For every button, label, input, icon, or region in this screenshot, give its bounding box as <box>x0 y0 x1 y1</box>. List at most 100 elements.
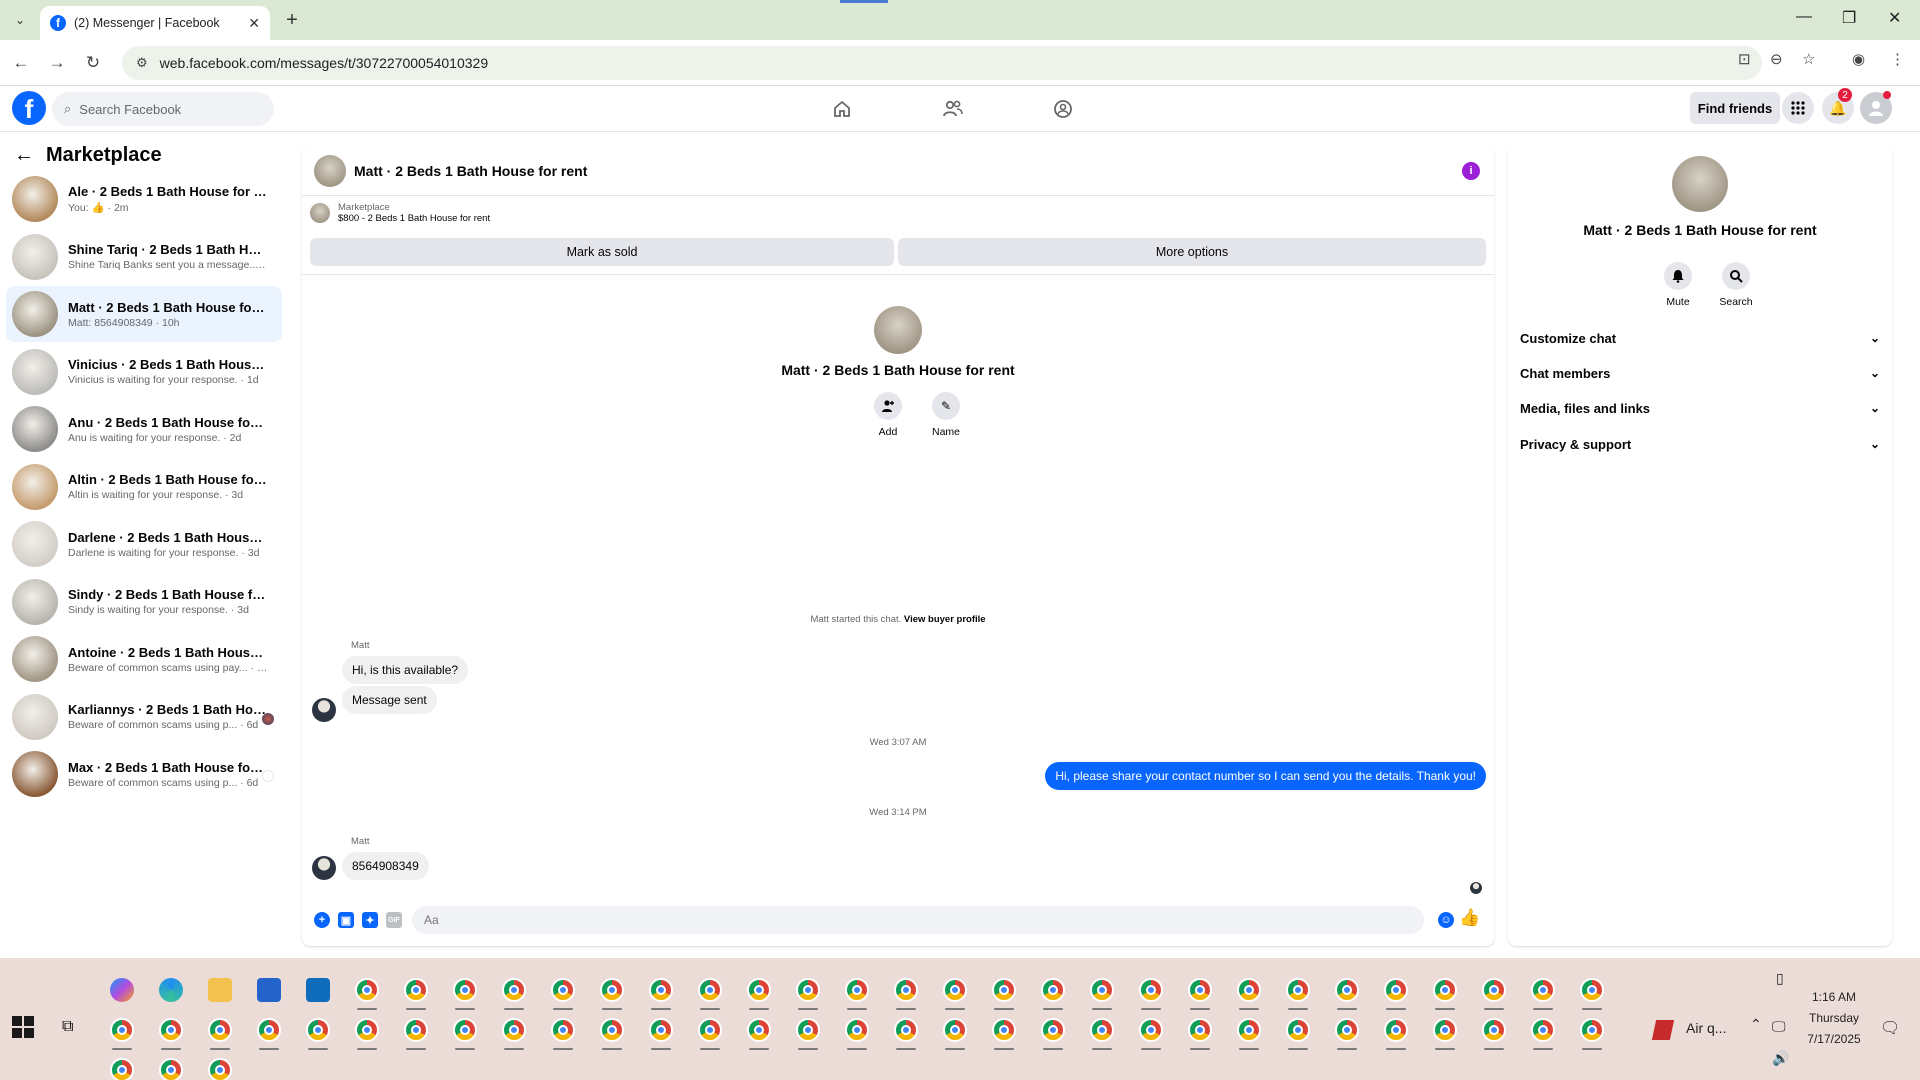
install-app-icon[interactable]: ⊡ <box>1738 50 1751 68</box>
conversation-item[interactable]: Darlene · 2 Beds 1 Bath House for r...Da… <box>6 516 282 572</box>
chrome-window-icon[interactable] <box>551 978 575 1002</box>
conversation-item[interactable]: Sindy · 2 Beds 1 Bath House for rent Sind… <box>6 574 282 630</box>
chrome-window-icon[interactable] <box>1237 1018 1261 1042</box>
conversation-item[interactable]: Shine Tariq · 2 Beds 1 Bath House f... Sh… <box>6 229 282 285</box>
chrome-window-icon[interactable] <box>1286 978 1310 1002</box>
chrome-window-icon[interactable] <box>943 978 967 1002</box>
tab-search-dropdown[interactable]: ⌄ <box>8 8 32 32</box>
chrome-window-icon[interactable] <box>1041 978 1065 1002</box>
restore-icon[interactable]: ❐ <box>1842 8 1856 28</box>
chrome-window-icon[interactable] <box>747 1018 771 1042</box>
chrome-window-icon[interactable] <box>1335 1018 1359 1042</box>
emoji-icon[interactable]: ☺ <box>1438 912 1454 928</box>
menu-grid-icon[interactable] <box>1782 92 1814 124</box>
chrome-window-icon[interactable] <box>159 1058 183 1080</box>
name-button[interactable]: ✎ Name <box>926 392 966 438</box>
chrome-window-icon[interactable] <box>600 1018 624 1042</box>
chrome-window-icon[interactable] <box>698 1018 722 1042</box>
chrome-window-icon[interactable] <box>845 978 869 1002</box>
friends-nav-icon[interactable] <box>940 96 966 122</box>
clock-time[interactable]: 1:16 AM <box>1806 990 1862 1004</box>
chrome-window-icon[interactable] <box>1188 978 1212 1002</box>
windows-start-icon[interactable] <box>12 1016 34 1038</box>
chrome-window-icon[interactable] <box>1384 978 1408 1002</box>
conversation-item[interactable]: Altin · 2 Beds 1 Bath House for rent Alti… <box>6 459 282 515</box>
plus-actions-icon[interactable]: + <box>314 912 330 928</box>
chat-members-section[interactable]: Chat members ⌄ <box>1520 357 1880 389</box>
edge-icon[interactable] <box>159 978 183 1002</box>
home-nav-icon[interactable] <box>829 96 855 122</box>
chrome-window-icon[interactable] <box>649 978 673 1002</box>
groups-nav-icon[interactable] <box>1050 96 1076 122</box>
chrome-window-icon[interactable] <box>1237 978 1261 1002</box>
chrome-window-icon[interactable] <box>453 978 477 1002</box>
chrome-window-icon[interactable] <box>894 1018 918 1042</box>
bookmark-star-icon[interactable]: ☆ <box>1802 50 1815 68</box>
sender-avatar[interactable] <box>312 856 336 880</box>
privacy-support-section[interactable]: Privacy & support ⌄ <box>1520 428 1880 460</box>
microsoft-store-icon[interactable] <box>257 978 281 1002</box>
chrome-window-icon[interactable] <box>1090 978 1114 1002</box>
chrome-window-icon[interactable] <box>355 1018 379 1042</box>
thumbs-up-icon[interactable]: 👍 <box>1459 908 1480 927</box>
chrome-window-icon[interactable] <box>1433 1018 1457 1042</box>
chrome-window-icon[interactable] <box>306 1018 330 1042</box>
chrome-window-icon[interactable] <box>1286 1018 1310 1042</box>
chrome-window-icon[interactable] <box>1482 978 1506 1002</box>
chat-title[interactable]: Matt · 2 Beds 1 Bath House for rent <box>354 163 587 179</box>
close-tab-icon[interactable]: ✕ <box>248 15 260 32</box>
chrome-window-icon[interactable] <box>1580 1018 1604 1042</box>
chrome-window-icon[interactable] <box>1433 978 1457 1002</box>
chat-header-avatar[interactable] <box>314 154 346 187</box>
customize-chat-section[interactable]: Customize chat ⌄ <box>1520 322 1880 354</box>
chrome-window-icon[interactable] <box>110 1058 134 1080</box>
chrome-window-icon[interactable] <box>796 1018 820 1042</box>
message-bubble-incoming[interactable]: 8564908349 <box>342 852 429 880</box>
search-conversation-button[interactable]: Search <box>1716 262 1756 308</box>
add-button[interactable]: Add <box>868 392 908 438</box>
chrome-window-icon[interactable] <box>502 978 526 1002</box>
chrome-window-icon[interactable] <box>992 978 1016 1002</box>
chrome-window-icon[interactable] <box>1531 978 1555 1002</box>
chrome-window-icon[interactable] <box>404 1018 428 1042</box>
chrome-window-icon[interactable] <box>992 1018 1016 1042</box>
gif-icon[interactable]: GIF <box>386 912 402 928</box>
chrome-window-icon[interactable] <box>404 978 428 1002</box>
chrome-window-icon[interactable] <box>453 1018 477 1042</box>
chrome-window-icon[interactable] <box>1531 1018 1555 1042</box>
file-explorer-icon[interactable] <box>208 978 232 1002</box>
message-bubble-outgoing[interactable]: Hi, please share your contact number so … <box>1045 762 1486 790</box>
info-icon[interactable]: i <box>1462 162 1480 180</box>
air-quality-label[interactable]: Air q... <box>1686 1020 1726 1036</box>
chrome-window-icon[interactable] <box>1384 1018 1408 1042</box>
view-buyer-profile-link[interactable]: View buyer profile <box>904 614 986 625</box>
chrome-window-icon[interactable] <box>649 1018 673 1042</box>
chrome-window-icon[interactable] <box>796 978 820 1002</box>
conversation-item[interactable]: Matt · 2 Beds 1 Bath House for rent Matt:… <box>6 286 282 342</box>
task-view-icon[interactable]: ⧉ <box>62 1018 73 1036</box>
chrome-window-icon[interactable] <box>1580 978 1604 1002</box>
network-icon[interactable]: 🖵 <box>1772 1018 1786 1035</box>
find-friends-button[interactable]: Find friends <box>1690 92 1780 124</box>
site-info-icon[interactable]: ⚙ <box>136 55 148 71</box>
chrome-window-icon[interactable] <box>551 1018 575 1042</box>
chrome-window-icon[interactable] <box>1335 978 1359 1002</box>
volume-icon[interactable]: 🔊 <box>1772 1050 1789 1067</box>
listing-bar[interactable]: Marketplace $800 - 2 Beds 1 Bath House f… <box>310 202 490 224</box>
facebook-search-input[interactable]: ⌕ Search Facebook <box>52 92 274 126</box>
phone-link-icon[interactable]: ▯ <box>1776 970 1784 987</box>
conversation-item[interactable]: Karliannys · 2 Beds 1 Bath House... Bewar… <box>6 689 282 745</box>
clock-date[interactable]: 7/17/2025 <box>1800 1032 1868 1046</box>
intro-avatar[interactable] <box>874 306 922 354</box>
back-icon[interactable]: ← <box>10 52 32 74</box>
chrome-window-icon[interactable] <box>1139 978 1163 1002</box>
conversation-item[interactable]: Vinicius · 2 Beds 1 Bath House for r... V… <box>6 344 282 400</box>
chrome-window-icon[interactable] <box>894 978 918 1002</box>
conversation-item[interactable]: Anu · 2 Beds 1 Bath House for rent Anu is… <box>6 401 282 457</box>
conversation-item[interactable]: Ale · 2 Beds 1 Bath House for rent You: 👍… <box>6 171 282 227</box>
more-options-button[interactable]: More options <box>898 238 1486 266</box>
show-hidden-icons[interactable]: ⌃ <box>1750 1016 1762 1033</box>
copilot-icon[interactable] <box>110 978 134 1002</box>
mute-button[interactable]: Mute <box>1658 262 1698 308</box>
chrome-window-icon[interactable] <box>845 1018 869 1042</box>
